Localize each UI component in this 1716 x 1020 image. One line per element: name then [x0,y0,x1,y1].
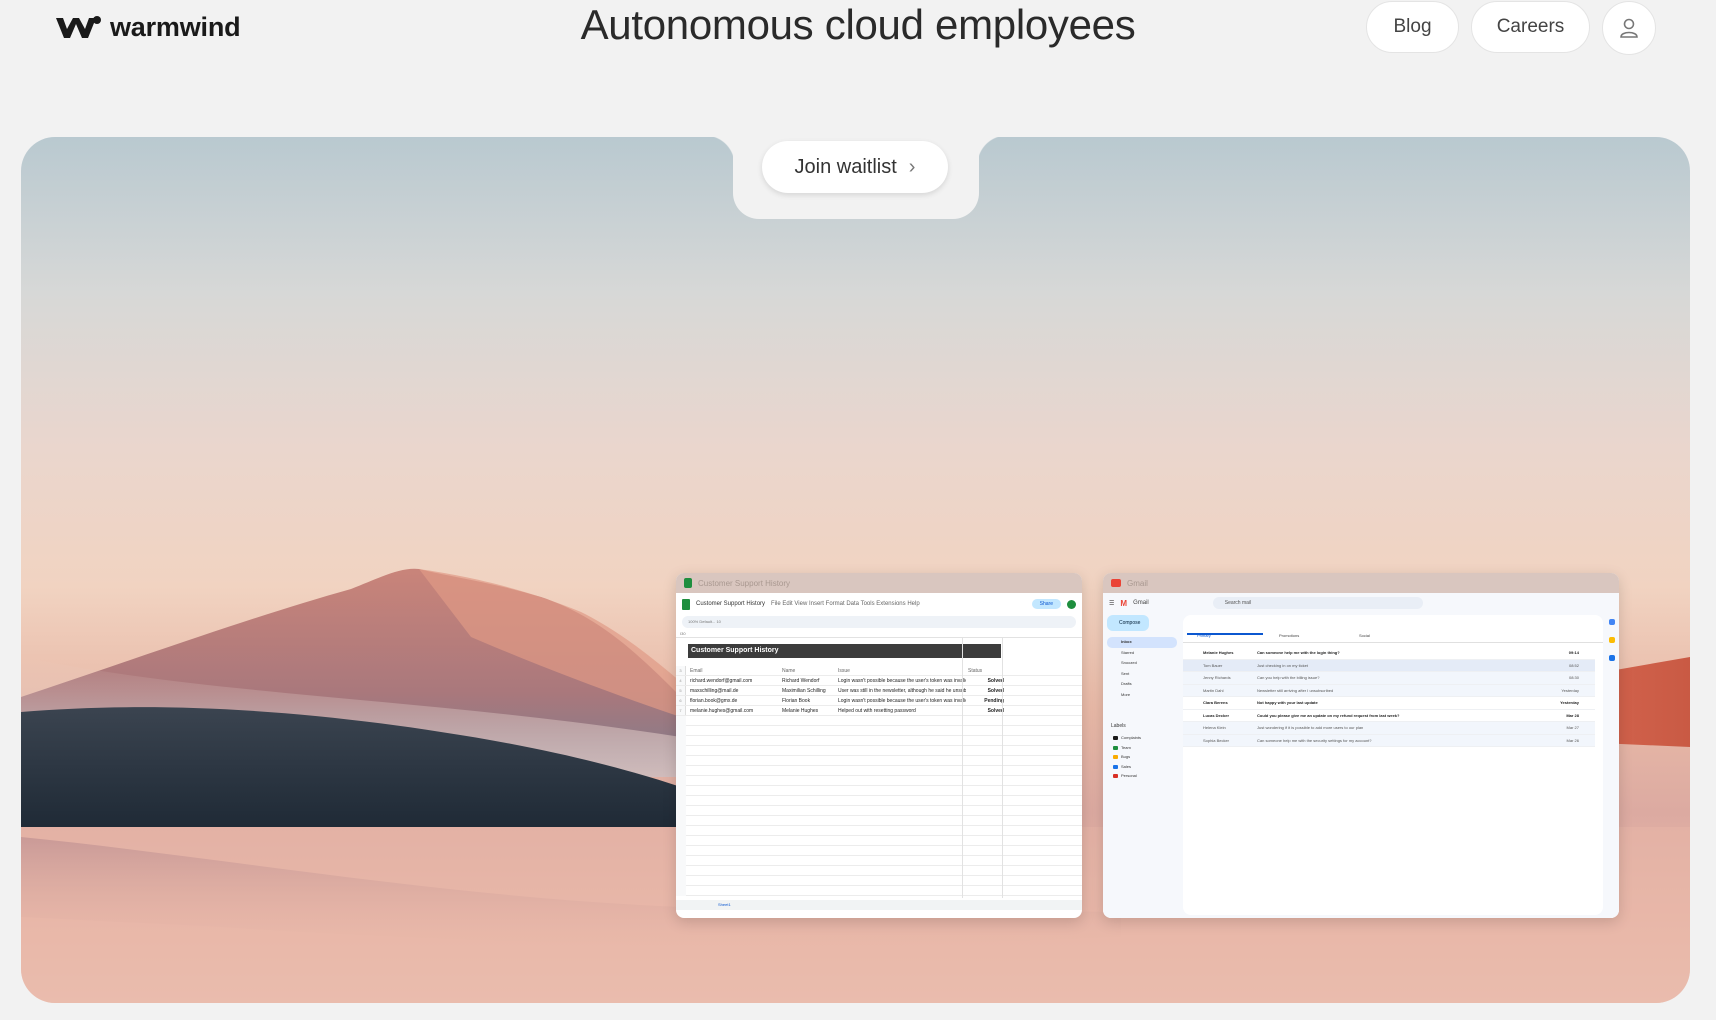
sheet-tab[interactable]: Sheet1 [676,900,1082,910]
notch-corner-left [705,137,735,165]
join-waitlist-button[interactable]: Join waitlist › [762,141,948,193]
nav-item-more[interactable]: More [1107,690,1177,701]
email-list: Melanie Hughes Can someone help me with t… [1183,647,1595,747]
formula-bar[interactable]: I30 [676,629,1082,638]
chevron-right-icon: › [908,155,916,178]
label-item[interactable]: Personal [1107,771,1141,781]
table-row[interactable]: 5 maxschilling@mail.de Maximilian Schill… [676,686,1082,696]
search-input[interactable]: Search mail [1212,597,1423,609]
tab-promotions[interactable]: Promotions [1279,633,1299,638]
label-item[interactable]: Team [1107,743,1141,753]
sheets-window[interactable]: Customer Support History Customer Suppor… [676,573,1082,918]
inbox-panel: Primary Promotions Social Melanie Hughes… [1183,615,1603,915]
gmail-nav: Inbox Starred Snoozed Sent Drafts More [1107,637,1177,700]
table-row[interactable]: 4 richard.wendorf@gmail.com Richard Wend… [676,676,1082,686]
label-icon [1113,774,1118,778]
compose-button[interactable]: Compose [1107,615,1149,631]
empty-rows [676,716,1082,896]
list-item[interactable]: Melanie Hughes Can someone help me with t… [1183,647,1595,660]
sheets-doc-title[interactable]: Customer Support History [696,601,765,607]
sheets-header: Customer Support History File Edit View … [676,593,1082,615]
menu-icon[interactable]: ☰ [1109,600,1114,607]
join-waitlist-label: Join waitlist [794,155,897,178]
column-divider [962,638,963,898]
gmail-window-title: Gmail [1127,578,1148,588]
sheets-menu[interactable]: File Edit View Insert Format Data Tools … [771,601,920,607]
labels-heading: Labels [1111,723,1126,729]
side-panel [1605,613,1619,913]
gmail-titlebar: Gmail [1103,573,1619,593]
account-button[interactable] [1602,1,1656,55]
labels-list: Complaints Team Bugs Sales Personal [1107,733,1141,781]
share-button[interactable]: Share [1031,599,1061,609]
nav-careers-link[interactable]: Careers [1471,1,1590,53]
table-row[interactable]: 6 florian.book@gmx.de Florian Book Login… [676,696,1082,706]
keep-icon[interactable] [1609,637,1615,643]
gmail-logo-icon: M [1120,598,1128,608]
tab-social[interactable]: Social [1359,633,1370,638]
sheets-toolbar[interactable]: 100% Default... 10 [682,616,1076,628]
nav-item-snoozed[interactable]: Snoozed [1107,658,1177,669]
sheets-doc-icon [682,598,690,610]
spreadsheet-grid[interactable]: Customer Support History 3 Email Name Is… [676,638,1082,910]
google-sheets-icon [684,578,692,588]
gmail-app-name: Gmail [1133,600,1149,606]
label-icon [1113,755,1118,759]
list-item[interactable]: Martin Dahl Newsletter still arriving aft… [1183,684,1595,697]
list-item[interactable]: Lucas Decker Could you please give me an … [1183,709,1595,722]
nav-item-inbox[interactable]: Inbox [1107,637,1177,648]
label-item[interactable]: Bugs [1107,752,1141,762]
active-tab-indicator [1187,633,1263,635]
gmail-body: ☰ M Gmail Search mail Compose Inbox Star… [1103,593,1619,918]
site-header: warmwind Autonomous cloud employees Blog… [0,0,1716,60]
label-icon [1113,764,1118,769]
label-icon [1113,736,1118,740]
label-item[interactable]: Complaints [1107,733,1141,743]
nav-item-starred[interactable]: Starred [1107,648,1177,659]
list-item[interactable]: Jenny Richards Can you help with the bill… [1183,672,1595,685]
sheets-titlebar: Customer Support History [676,573,1082,593]
nav-blog-link[interactable]: Blog [1366,1,1459,53]
sheets-window-title: Customer Support History [698,578,791,588]
list-item[interactable]: Helena Klein Just wondering if it is poss… [1183,722,1595,735]
inbox-tabs: Primary Promotions Social [1183,631,1603,643]
table-row[interactable]: 7 melanie.hughes@gmail.com Melanie Hughe… [676,706,1082,716]
contacts-icon[interactable] [1609,655,1615,661]
notch-corner-right [977,137,1007,165]
sheet-heading: Customer Support History [688,644,1001,658]
list-item[interactable]: Sophia Becker Can someone help me with th… [1183,734,1595,747]
nav-item-sent[interactable]: Sent [1107,669,1177,680]
avatar[interactable] [1067,599,1076,609]
label-icon [1113,745,1118,750]
table-row[interactable]: 3 Email Name Issue Status [676,666,1082,676]
hero-banner: Join waitlist › Customer Support History… [21,137,1690,1003]
user-icon [1620,18,1638,38]
label-item[interactable]: Sales [1107,762,1141,772]
list-item[interactable]: Clara Berens Not happy with your last upd… [1183,697,1595,710]
gmail-window[interactable]: Gmail ☰ M Gmail Search mail Compose Inbo… [1103,573,1619,918]
list-item[interactable]: Tom Bauer Just checking in on my ticket 08… [1183,659,1595,672]
calendar-icon[interactable] [1609,619,1615,625]
gmail-icon [1111,579,1121,587]
column-divider [1002,638,1003,898]
gmail-topbar: ☰ M Gmail Search mail [1103,593,1619,613]
cta-notch: Join waitlist › [733,137,979,219]
nav-item-drafts[interactable]: Drafts [1107,679,1177,690]
